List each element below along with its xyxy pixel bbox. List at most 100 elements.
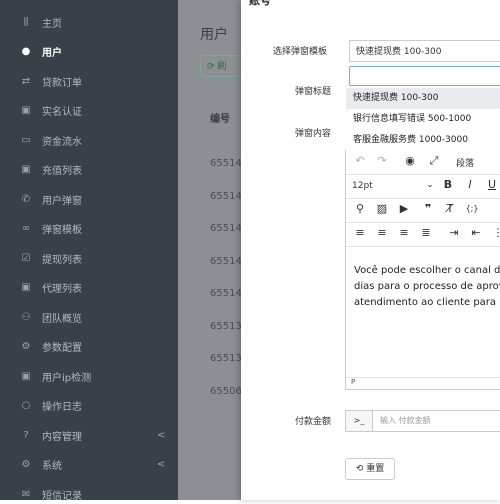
code-icon[interactable]: {;}	[464, 204, 480, 213]
sidebar-item[interactable]: ▣ 实名认证	[0, 101, 178, 121]
table-cell-id: 65514	[210, 288, 242, 299]
sidebar-item[interactable]: ○ 操作日志	[0, 396, 178, 416]
editor-statusbar: P	[346, 377, 500, 390]
image-icon[interactable]: ▨	[374, 202, 390, 215]
sidebar-item[interactable]: ▣ 用户ip检测	[0, 366, 178, 386]
content-label: 弹窗内容	[295, 129, 332, 139]
sidebar-item[interactable]: ? 内容管理 <	[0, 425, 178, 445]
table-cell-id: 65506	[210, 385, 242, 397]
sidebar-item[interactable]: ⇄ 贷款订单	[0, 71, 178, 91]
editor-toolbar-insert: ⚲ ▨ ▶ ❞ T̸ {;}	[346, 199, 500, 223]
template-dropdown: 快速提现费 100-300 银行信息填写错误 500-1000 客服金融服务费 …	[346, 88, 500, 152]
chevron-down-icon[interactable]: ⌄	[422, 180, 438, 190]
sidebar-item[interactable]: ✉ 短信记录	[0, 484, 178, 504]
editor-line: dias para o processo de aprov	[354, 281, 500, 292]
ip-icon: ▣	[21, 370, 31, 382]
underline-icon[interactable]: U	[484, 178, 500, 191]
table-cell-id: 65513	[210, 320, 242, 332]
table-cell-id: 65513	[210, 353, 242, 364]
chart-icon: ⫼	[23, 16, 29, 28]
quote-icon[interactable]: ❞	[420, 202, 436, 215]
sidebar-item-label: 参数配置	[42, 343, 82, 354]
editor-content[interactable]: Você pode escolher o canal d dias para o…	[354, 263, 500, 311]
sidebar-item-label: 充值列表	[42, 166, 82, 177]
sidebar-item-label: 代理列表	[42, 284, 82, 295]
block-format-select[interactable]: 段落	[456, 156, 474, 169]
table-cell-id: 65514	[210, 158, 242, 169]
help-icon: ?	[23, 429, 29, 441]
link-icon[interactable]: ⚲	[352, 202, 368, 215]
sidebar-item-label: 用户	[42, 48, 62, 59]
sidebar-item-label: 用户ip检测	[42, 372, 92, 384]
italic-icon[interactable]: I	[462, 178, 478, 191]
amount-input[interactable]: 输入 付款金额	[380, 411, 431, 431]
sidebar-item[interactable]: ▣ 代理列表	[0, 278, 178, 298]
editor-toolbar-align: ≡ ≡ ≡ ≣ ⇥ ⇤ ⋮	[346, 223, 500, 247]
recharge-icon: ▣	[21, 164, 31, 175]
dropdown-option[interactable]: 客服金融服务费 1000-3000	[346, 130, 500, 151]
column-header-id: 编号	[210, 114, 230, 125]
clear-format-icon[interactable]: T̸	[442, 202, 458, 215]
list-icon[interactable]: ⋮	[490, 226, 500, 239]
sidebar-item-label: 提现列表	[42, 254, 82, 266]
redo-icon[interactable]: ↷	[374, 154, 390, 167]
sidebar-item[interactable]: ⚙ 系统 <	[0, 455, 178, 475]
chevron-left-icon: <	[157, 459, 166, 470]
terminal-icon: >_	[346, 411, 373, 431]
outdent-icon[interactable]: ⇤	[468, 226, 484, 239]
template-label: 选择弹窗模板	[273, 47, 328, 57]
sidebar-item[interactable]: ✆ 用户弹窗	[0, 189, 178, 209]
id-card-icon: ▣	[21, 105, 31, 116]
modal-title: 账号	[249, 0, 271, 7]
amount-label: 付款金额	[295, 417, 332, 427]
settings-icon: ⚙	[21, 341, 31, 352]
sidebar-item[interactable]: ● 用户	[0, 42, 178, 62]
template-select[interactable]: 快速提现费 100-300	[349, 40, 500, 62]
font-size-select[interactable]: 12pt	[352, 181, 373, 191]
chevron-left-icon: <	[157, 429, 166, 441]
money-icon: ▭	[21, 134, 31, 146]
undo-icon[interactable]: ↶	[352, 154, 368, 167]
gear-icon: ⚙	[21, 459, 31, 470]
align-right-icon[interactable]: ≡	[396, 226, 412, 239]
justify-icon[interactable]: ≣	[418, 226, 434, 239]
indent-icon[interactable]: ⇥	[446, 226, 462, 239]
sidebar-item[interactable]: ▭ 资金流水	[0, 130, 178, 150]
sidebar-item[interactable]: ⫼ 主页	[0, 12, 178, 32]
sidebar-item[interactable]: ⚙ 参数配置	[0, 337, 178, 357]
media-icon[interactable]: ▶	[396, 202, 412, 215]
editor-line: atendimento ao cliente para m	[354, 297, 500, 308]
sidebar-item[interactable]: ⚇ 团队概览	[0, 307, 178, 327]
reset-button[interactable]: ⟲ 重置	[345, 458, 395, 480]
check-icon: ☑	[21, 252, 31, 264]
link-icon: ∞	[21, 223, 31, 234]
sidebar-item-label: 贷款订单	[42, 77, 82, 89]
bold-icon[interactable]: B	[440, 178, 456, 191]
sidebar-item-label: 弹窗模板	[42, 225, 82, 236]
rich-text-editor[interactable]: ↶ ↷ ◉ ⤢ 段落 12pt ⌄ B I U ⚲ ▨ ▶ ❞ T̸ {;} ≡…	[345, 150, 500, 390]
sidebar: ⫼ 主页 ● 用户 ⇄ 贷款订单 ▣ 实名认证 ▭ 资金流水 ▣ 充值列表 ✆ 用户弹窗 ∞ 弹窗模板 ☑ 提现列…	[0, 0, 178, 502]
sidebar-item-label: 团队概览	[42, 313, 82, 325]
align-left-icon[interactable]: ≡	[352, 226, 368, 239]
sidebar-item-label: 短信记录	[42, 490, 82, 502]
editor-toolbar-format: 12pt ⌄ B I U	[346, 175, 500, 199]
fullscreen-icon[interactable]: ⤢	[426, 154, 442, 168]
table-cell-id: 65514	[210, 255, 242, 267]
amount-field[interactable]: >_ 输入 付款金额	[345, 410, 500, 432]
sms-icon: ✉	[21, 488, 31, 500]
agent-icon: ▣	[21, 282, 31, 293]
dropdown-option[interactable]: 快速提现费 100-300	[346, 88, 500, 109]
align-center-icon[interactable]: ≡	[374, 226, 390, 239]
table-cell-id: 65514	[210, 223, 242, 234]
sidebar-item-label: 实名认证	[42, 107, 82, 118]
sidebar-item-label: 资金流水	[42, 136, 82, 148]
sidebar-item[interactable]: ∞ 弹窗模板	[0, 219, 178, 239]
editor-line: Você pode escolher o canal d	[354, 265, 500, 276]
dropdown-option[interactable]: 银行信息填写错误 500-1000	[346, 109, 500, 130]
preview-icon[interactable]: ◉	[402, 154, 418, 167]
sidebar-item-label: 系统	[42, 461, 62, 472]
log-icon: ○	[21, 400, 31, 411]
sidebar-item[interactable]: ▣ 充值列表	[0, 160, 178, 180]
title-input[interactable]	[349, 66, 500, 86]
sidebar-item[interactable]: ☑ 提现列表	[0, 248, 178, 268]
